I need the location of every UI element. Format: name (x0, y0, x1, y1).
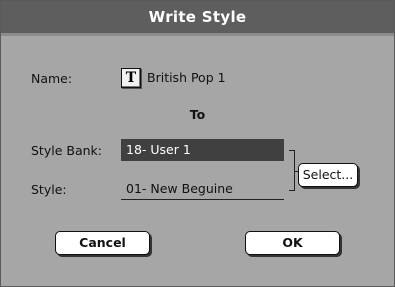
write-style-dialog: Write Style Name: T British Pop 1 To Sty… (0, 0, 395, 287)
dialog-title: Write Style (1, 1, 394, 33)
name-label: Name: (31, 71, 73, 86)
title-divider (1, 33, 394, 36)
style-name-value: British Pop 1 (147, 70, 226, 85)
to-label: To (189, 107, 206, 122)
style-bank-label: Style Bank: (31, 143, 102, 158)
cancel-button[interactable]: Cancel (55, 231, 150, 255)
style-label: Style: (31, 182, 67, 197)
select-button[interactable]: Select... (298, 163, 358, 187)
style-bank-field[interactable]: 18- User 1 (121, 139, 284, 161)
text-edit-icon[interactable]: T (121, 68, 141, 88)
ok-button[interactable]: OK (245, 231, 340, 255)
style-location-field[interactable]: 01- New Beguine (121, 178, 284, 200)
